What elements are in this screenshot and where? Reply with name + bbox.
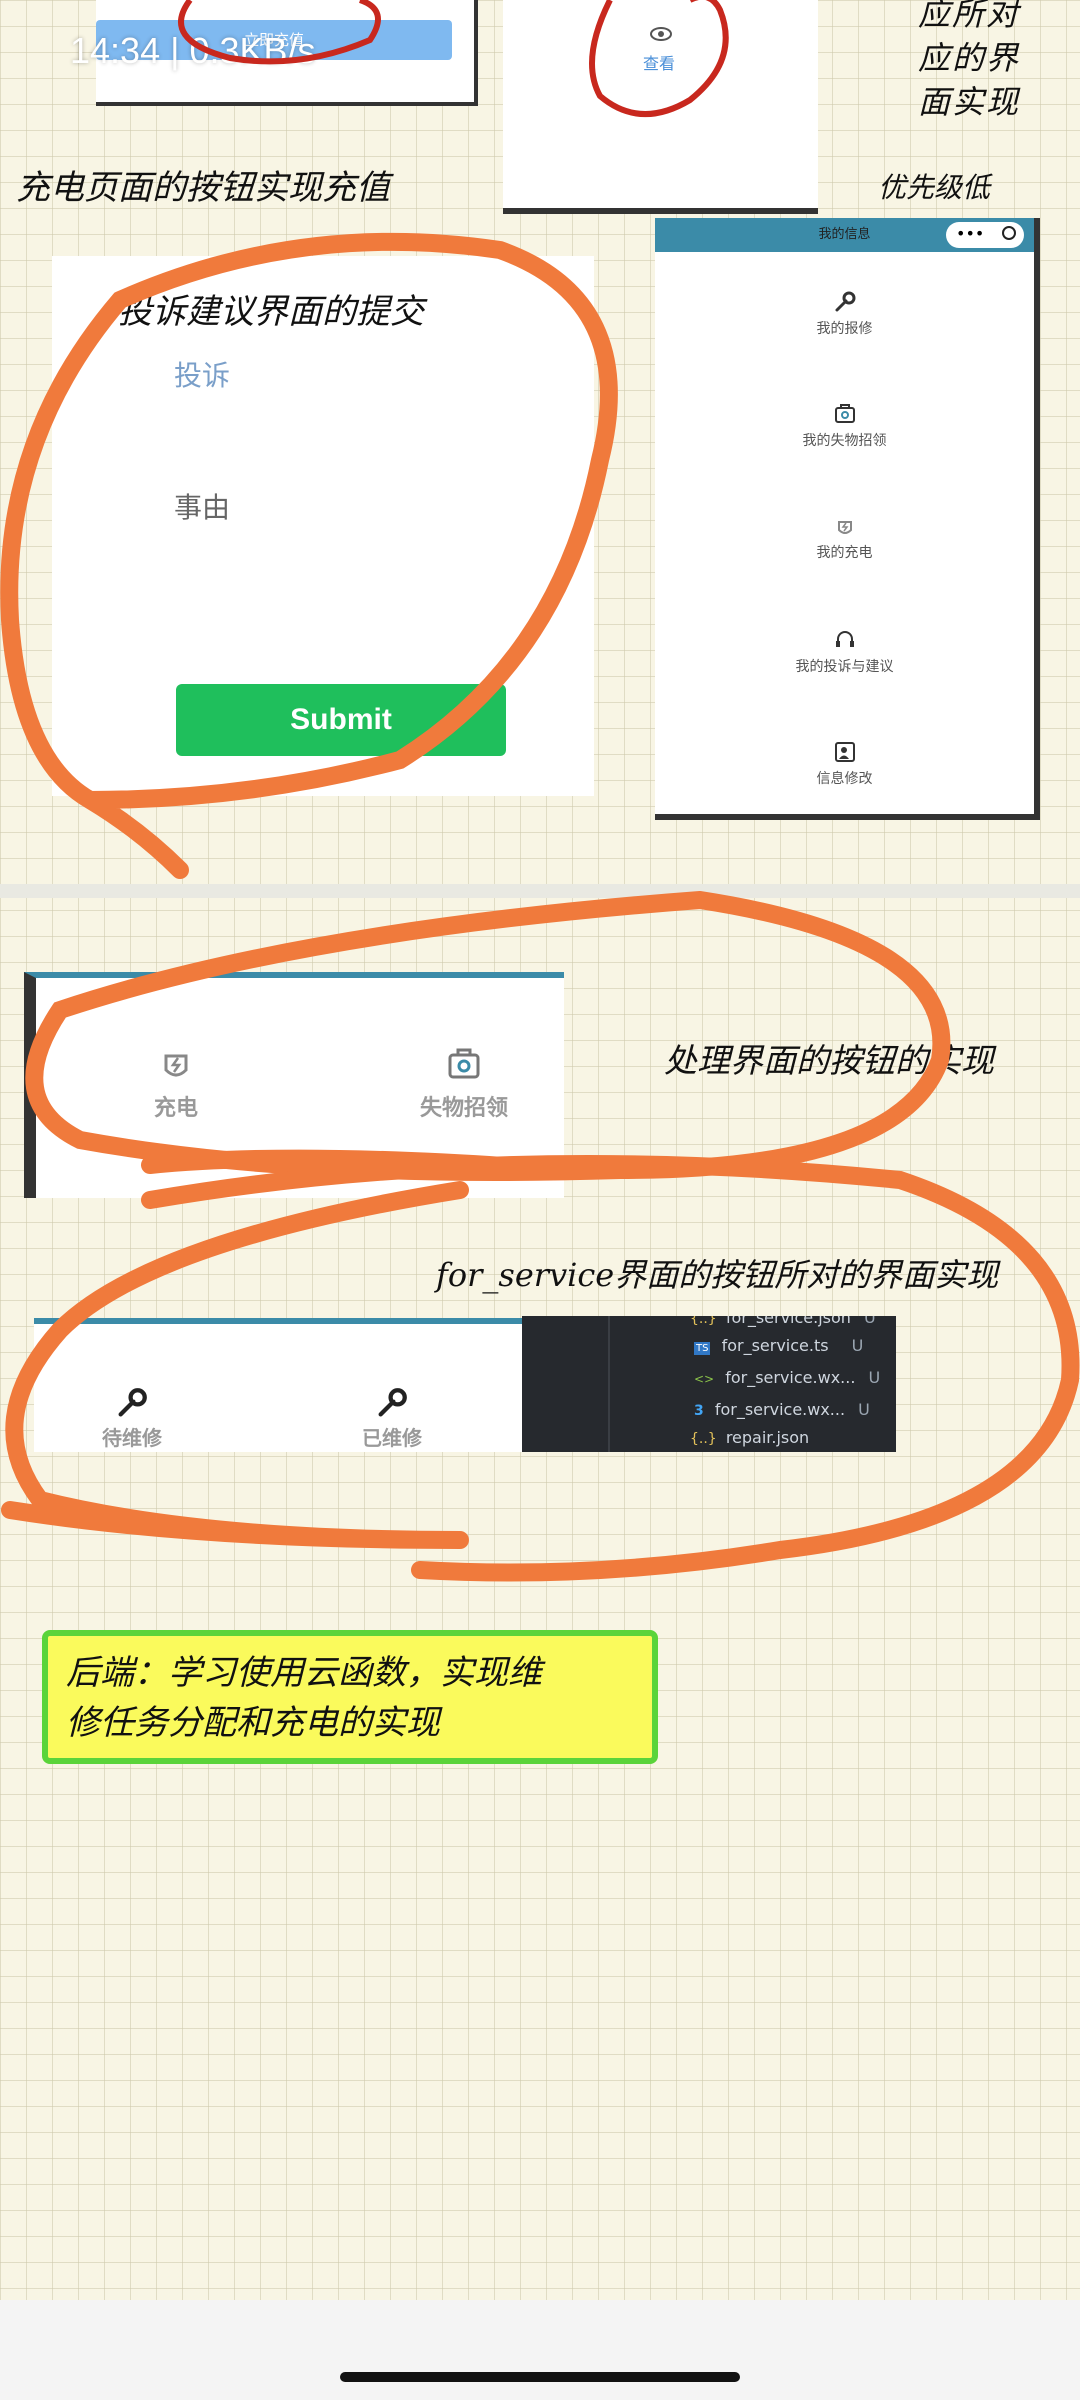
my-info-card: 我的信息 ••• 我的报修 我的失物招领 我的充电 我的投诉与建议 信息修改 bbox=[655, 218, 1040, 820]
backend-note-text: 后端：学习使用云函数，实现维 修任务分配和充电的实现 bbox=[66, 1653, 542, 1743]
tab-label: 待维修 bbox=[102, 1426, 162, 1450]
handling-charge-tab[interactable]: 充电 bbox=[154, 1044, 198, 1122]
json-icon: {..} bbox=[690, 1431, 717, 1447]
file-row[interactable]: TS for_service.ts U bbox=[694, 1336, 894, 1360]
menu-label: 我的充电 bbox=[816, 545, 873, 561]
charge-icon bbox=[837, 521, 852, 534]
file-explorer: {..} for_service.json U TS for_service.t… bbox=[522, 1316, 896, 1452]
file-row[interactable]: <> for_service.wx... U bbox=[694, 1368, 894, 1392]
view-card: 查看 bbox=[503, 0, 818, 214]
profile-edit-icon bbox=[834, 742, 855, 762]
file-badge: U bbox=[851, 1336, 864, 1355]
explorer-gutter bbox=[608, 1316, 610, 1452]
menu-label: 我的投诉与建议 bbox=[795, 659, 894, 675]
status-time: 14:34 | 0.3KB/s bbox=[70, 30, 316, 71]
close-mini-icon[interactable] bbox=[1002, 226, 1016, 240]
file-name: for_service.wx... bbox=[725, 1368, 856, 1387]
pending-repair-tab[interactable]: 待维修 bbox=[102, 1386, 162, 1451]
handling-lost-found-tab[interactable]: 失物招领 bbox=[420, 1044, 508, 1122]
menu-edit-info[interactable]: 信息修改 bbox=[655, 740, 1034, 788]
complaint-note: 投诉建议界面的提交 bbox=[118, 292, 424, 332]
home-indicator[interactable] bbox=[340, 2372, 740, 2382]
file-badge: U bbox=[868, 1368, 881, 1387]
wxml-icon: <> bbox=[694, 1372, 715, 1386]
wxss-icon: 3 bbox=[694, 1403, 704, 1419]
status-bar: 14:34 | 0.3KB/s bbox=[70, 30, 316, 72]
menu-label: 我的失物招领 bbox=[802, 433, 887, 449]
eye-icon bbox=[650, 27, 672, 41]
file-row[interactable]: {..} for_service.json U bbox=[690, 1316, 890, 1332]
handling-card: 充电 失物招领 bbox=[24, 972, 564, 1198]
file-row[interactable]: {..} repair.json bbox=[690, 1428, 890, 1452]
top-right-note: 应所对 应的界 面实现 bbox=[918, 0, 1021, 121]
json-icon: {..} bbox=[690, 1316, 717, 1327]
charge-button-note: 充电页面的按钮实现充值 bbox=[16, 168, 390, 208]
menu-my-repair[interactable]: 我的报修 bbox=[655, 290, 1034, 338]
complaint-tab[interactable]: 投诉 bbox=[174, 354, 230, 394]
my-info-header: 我的信息 ••• bbox=[655, 218, 1034, 252]
file-row[interactable]: 3 for_service.wx... U bbox=[694, 1400, 894, 1424]
more-icon[interactable]: ••• bbox=[956, 224, 984, 243]
priority-note: 优先级低 bbox=[878, 171, 991, 204]
system-nav-bar bbox=[0, 2300, 1080, 2400]
menu-my-lost-found[interactable]: 我的失物招领 bbox=[655, 402, 1034, 450]
repaired-tab[interactable]: 已维修 bbox=[362, 1386, 422, 1451]
headset-icon bbox=[835, 631, 854, 647]
view-button[interactable]: 查看 bbox=[643, 50, 675, 74]
handling-note: 处理界面的按钮的实现 bbox=[664, 1041, 994, 1080]
menu-label: 信息修改 bbox=[816, 771, 873, 787]
lost-found-icon bbox=[448, 1048, 480, 1079]
capsule-menu[interactable]: ••• bbox=[946, 222, 1024, 248]
for-service-note: for_service界面的按钮所对的界面实现 bbox=[436, 1256, 999, 1294]
file-badge: U bbox=[864, 1316, 876, 1327]
wrench-icon bbox=[378, 1388, 407, 1417]
section-divider bbox=[0, 884, 1080, 898]
backend-note-box: 后端：学习使用云函数，实现维 修任务分配和充电的实现 bbox=[42, 1630, 658, 1764]
tab-label: 失物招领 bbox=[420, 1096, 509, 1121]
menu-my-complaints[interactable]: 我的投诉与建议 bbox=[655, 628, 1034, 676]
charge-icon bbox=[164, 1054, 188, 1077]
lost-found-icon bbox=[834, 404, 855, 423]
ts-icon: TS bbox=[694, 1342, 711, 1355]
wrench-icon bbox=[118, 1388, 147, 1417]
menu-my-charge[interactable]: 我的充电 bbox=[655, 514, 1034, 562]
submit-button[interactable]: Submit bbox=[176, 684, 506, 756]
tab-label: 充电 bbox=[154, 1096, 199, 1121]
file-name: repair.json bbox=[725, 1428, 810, 1447]
file-name: for_service.json bbox=[725, 1316, 851, 1327]
file-name: for_service.wx... bbox=[714, 1400, 846, 1419]
complaint-card: 投诉建议界面的提交 投诉 事由 Submit bbox=[52, 256, 594, 796]
service-card: 待维修 已维修 bbox=[34, 1318, 522, 1452]
tab-label: 已维修 bbox=[362, 1426, 422, 1450]
wrench-icon bbox=[835, 291, 855, 312]
menu-label: 我的报修 bbox=[816, 321, 873, 337]
reason-label: 事由 bbox=[174, 491, 231, 524]
file-badge: U bbox=[858, 1400, 870, 1419]
file-name: for_service.ts bbox=[721, 1336, 829, 1355]
